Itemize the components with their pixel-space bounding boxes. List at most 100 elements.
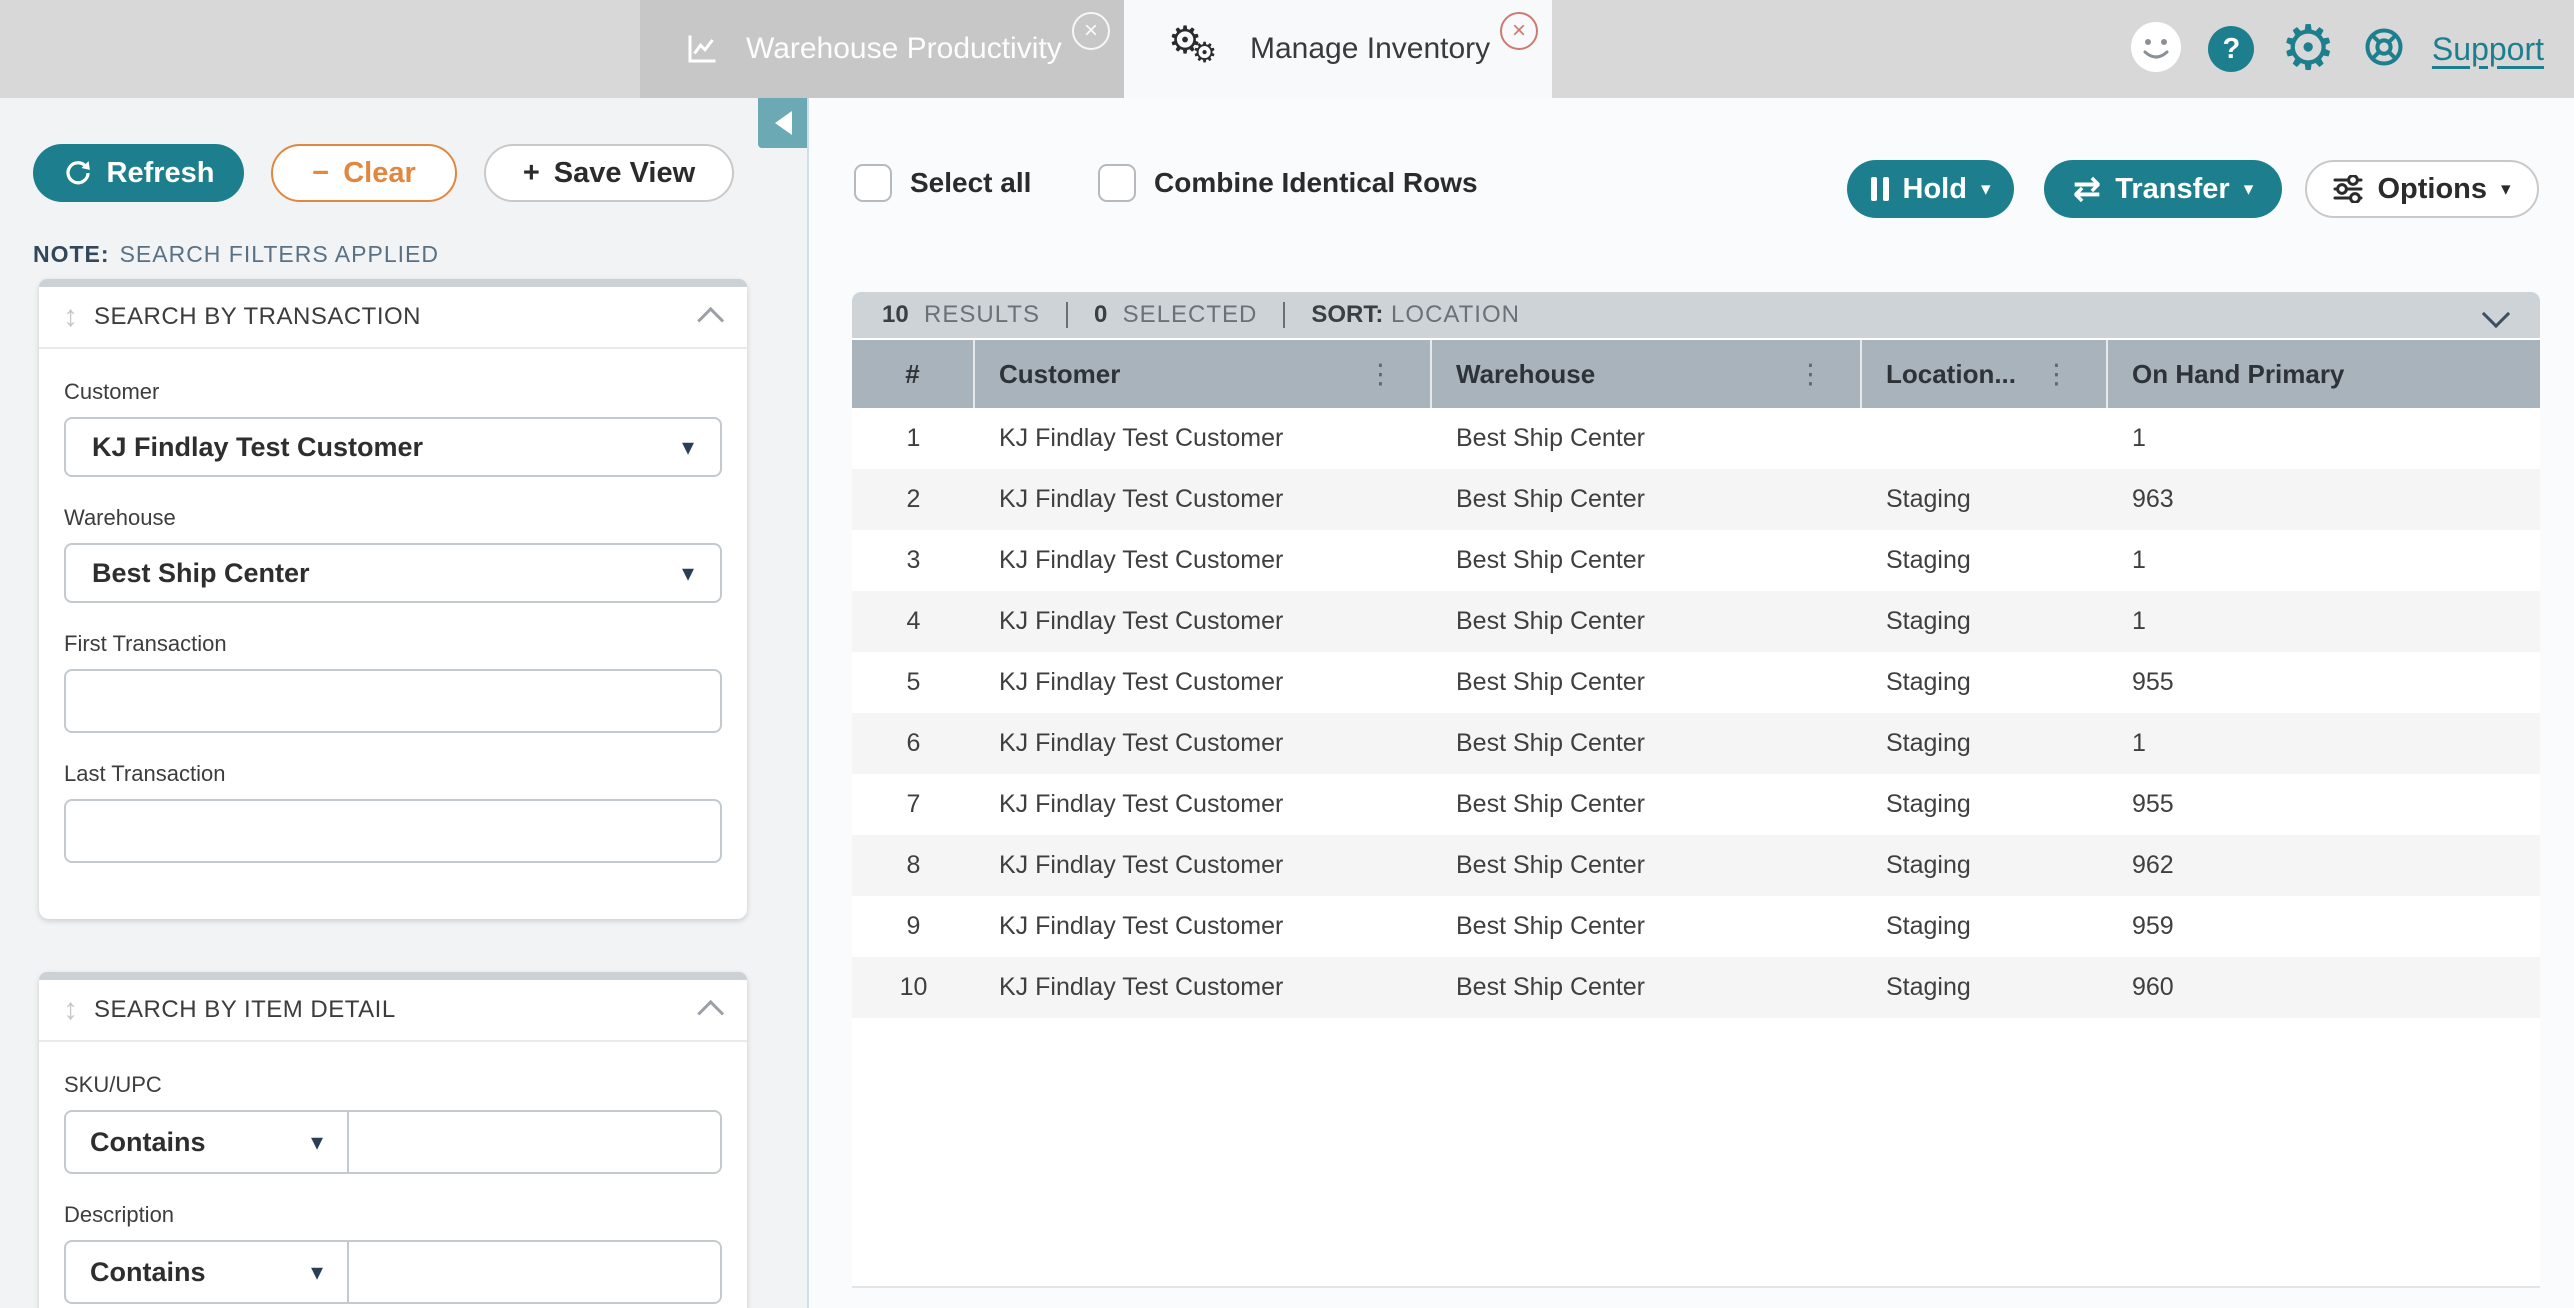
avatar-smiley-icon[interactable] [2130,21,2182,78]
customer-select[interactable]: KJ Findlay Test Customer ▾ [64,417,722,477]
cell-warehouse: Best Ship Center [1432,424,1862,453]
table-row[interactable]: 9KJ Findlay Test CustomerBest Ship Cente… [852,896,2540,957]
hold-button[interactable]: Hold ▾ [1847,160,2014,218]
filters-note: NOTE:SEARCH FILTERS APPLIED [33,241,439,268]
table-row[interactable]: 3KJ Findlay Test CustomerBest Ship Cente… [852,530,2540,591]
combine-identical-rows-checkbox[interactable] [1098,164,1136,202]
table-row[interactable]: 6KJ Findlay Test CustomerBest Ship Cente… [852,713,2540,774]
cell-location: Staging [1862,668,2108,697]
cell-customer: KJ Findlay Test Customer [975,912,1432,941]
table-row[interactable]: 2KJ Findlay Test CustomerBest Ship Cente… [852,469,2540,530]
cell-customer: KJ Findlay Test Customer [975,546,1432,575]
customer-value: KJ Findlay Test Customer [92,432,423,463]
caret-down-icon: ▾ [311,1128,323,1157]
column-menu-icon[interactable]: ⋮ [1367,359,1394,390]
sku-operator-select[interactable]: Contains ▾ [66,1112,349,1172]
cell-on-hand-primary: 955 [2108,668,2540,697]
table-row[interactable]: 1KJ Findlay Test CustomerBest Ship Cente… [852,408,2540,469]
cell-on-hand-primary: 1 [2108,729,2540,758]
app-window: Warehouse Productivity × ⚙⚙ Manage Inven… [0,0,2574,1308]
last-transaction-input[interactable] [64,799,722,863]
row-number: 6 [852,729,975,758]
clear-button[interactable]: − Clear [271,144,457,202]
chevron-down-icon[interactable] [2482,300,2510,328]
table-row[interactable]: 8KJ Findlay Test CustomerBest Ship Cente… [852,835,2540,896]
column-label: Warehouse [1456,359,1595,390]
sliders-icon [2333,175,2363,203]
column-menu-icon[interactable]: ⋮ [1797,359,1824,390]
column-header-on-hand-primary[interactable]: On Hand Primary [2108,340,2540,408]
sku-upc-label: SKU/UPC [64,1072,722,1098]
column-header-warehouse[interactable]: Warehouse ⋮ [1432,340,1862,408]
table-row[interactable]: 5KJ Findlay Test CustomerBest Ship Cente… [852,652,2540,713]
select-all-label: Select all [910,167,1031,199]
select-all-checkbox[interactable] [854,164,892,202]
cell-location: Staging [1862,546,2108,575]
collapse-chevron-icon[interactable] [697,306,724,333]
column-header-customer[interactable]: Customer ⋮ [975,340,1432,408]
caret-down-icon: ▾ [682,433,694,462]
row-number: 10 [852,973,975,1002]
caret-down-icon: ▾ [1981,178,1991,201]
warehouse-value: Best Ship Center [92,558,310,589]
save-view-button[interactable]: + Save View [484,144,734,202]
clear-label: Clear [343,157,416,190]
main-content: Select all Combine Identical Rows Hold ▾… [809,98,2574,1308]
description-input[interactable] [349,1242,720,1302]
cell-location: Staging [1862,912,2108,941]
select-all-checkbox-group[interactable]: Select all [854,164,1031,202]
tab-warehouse-productivity[interactable]: Warehouse Productivity × [640,0,1124,98]
cell-customer: KJ Findlay Test Customer [975,729,1432,758]
collapse-chevron-icon[interactable] [697,999,724,1026]
row-number: 7 [852,790,975,819]
combine-identical-rows-checkbox-group[interactable]: Combine Identical Rows [1098,164,1478,202]
cell-location: Staging [1862,851,2108,880]
selected-count: 0 [1094,301,1107,329]
drag-handle-icon[interactable]: ↕ [63,302,78,332]
caret-down-icon: ▾ [682,559,694,588]
tab-label: Manage Inventory [1250,32,1490,66]
close-tab-icon[interactable]: × [1072,12,1110,50]
description-operator-select[interactable]: Contains ▾ [66,1242,349,1302]
cell-warehouse: Best Ship Center [1432,851,1862,880]
refresh-button[interactable]: Refresh [33,144,244,202]
drag-handle-icon[interactable]: ↕ [63,995,78,1025]
cell-customer: KJ Findlay Test Customer [975,790,1432,819]
column-header-location[interactable]: Location... ⋮ [1862,340,2108,408]
cell-location: Staging [1862,790,2108,819]
sort-value: LOCATION [1391,301,1520,329]
help-icon[interactable]: ? [2208,26,2254,72]
warehouse-select[interactable]: Best Ship Center ▾ [64,543,722,603]
table-row[interactable]: 10KJ Findlay Test CustomerBest Ship Cent… [852,957,2540,1018]
support-lifering-icon[interactable] [2362,25,2406,74]
panel-header[interactable]: ↕ SEARCH BY ITEM DETAIL [39,980,747,1042]
close-tab-icon[interactable]: × [1500,12,1538,50]
table-row[interactable]: 4KJ Findlay Test CustomerBest Ship Cente… [852,591,2540,652]
sku-upc-input[interactable] [349,1112,720,1172]
cell-customer: KJ Findlay Test Customer [975,607,1432,636]
cell-warehouse: Best Ship Center [1432,668,1862,697]
settings-gear-icon[interactable]: ⚙ [2280,23,2336,75]
cell-customer: KJ Findlay Test Customer [975,973,1432,1002]
results-count: 10 [882,301,909,329]
table-row[interactable]: 7KJ Findlay Test CustomerBest Ship Cente… [852,774,2540,835]
options-button[interactable]: Options ▾ [2305,160,2539,218]
column-label: Location... [1886,359,2016,390]
cell-on-hand-primary: 960 [2108,973,2540,1002]
sku-operator-value: Contains [90,1127,206,1158]
column-label: Customer [999,359,1120,390]
tab-manage-inventory[interactable]: ⚙⚙ Manage Inventory × [1124,0,1552,98]
cell-customer: KJ Findlay Test Customer [975,424,1432,453]
first-transaction-input[interactable] [64,669,722,733]
support-link[interactable]: Support [2432,31,2544,68]
panel-title: SEARCH BY TRANSACTION [94,303,688,331]
column-header-[interactable]: # [852,340,975,408]
caret-down-icon: ▾ [2244,178,2254,201]
cell-warehouse: Best Ship Center [1432,546,1862,575]
transfer-button[interactable]: ⇄ Transfer ▾ [2044,160,2282,218]
column-menu-icon[interactable]: ⋮ [2043,359,2070,390]
panel-header[interactable]: ↕ SEARCH BY TRANSACTION [39,287,747,349]
combine-identical-rows-label: Combine Identical Rows [1154,167,1478,199]
collapse-sidebar-button[interactable] [758,98,808,148]
filters-sidebar: Refresh − Clear + Save View NOTE:SEARCH … [0,98,807,1308]
